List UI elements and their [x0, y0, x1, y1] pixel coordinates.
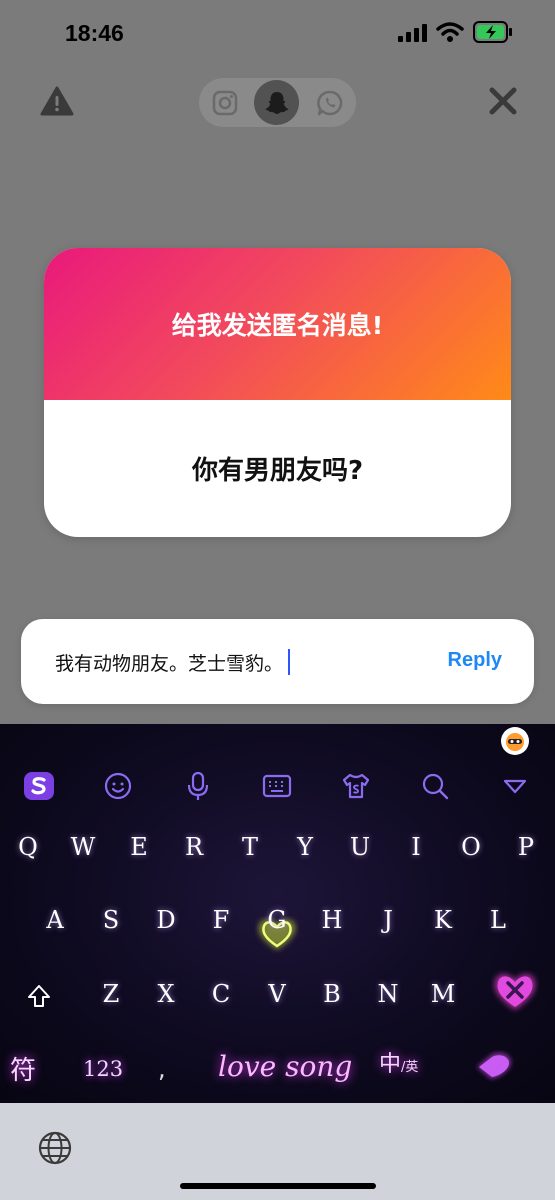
home-indicator[interactable] [180, 1183, 376, 1189]
lang-main-label: 中 [379, 1052, 402, 1077]
key-f[interactable]: F [201, 900, 241, 940]
question-card: 给我发送匿名消息! 你有男朋友吗? [44, 248, 511, 537]
key-a[interactable]: A [35, 900, 75, 940]
enter-key[interactable] [473, 1050, 519, 1088]
key-e[interactable]: E [119, 827, 159, 867]
heart-enter-icon [477, 1052, 511, 1079]
collapse-icon[interactable] [495, 766, 535, 806]
reply-text: 我有动物朋友。芝士雪豹。 [55, 653, 284, 675]
microphone-icon[interactable] [178, 766, 218, 806]
text-caret [288, 649, 291, 675]
key-r[interactable]: R [174, 827, 214, 867]
key-v[interactable]: V [257, 974, 297, 1014]
mascot-icon[interactable] [501, 727, 529, 755]
key-y[interactable]: Y [285, 827, 325, 867]
warning-icon[interactable] [40, 86, 74, 116]
key-t[interactable]: T [230, 827, 270, 867]
sogou-logo-icon[interactable] [19, 766, 59, 806]
card-header: 给我发送匿名消息! [44, 248, 511, 400]
space-key[interactable]: love song [218, 1050, 352, 1083]
reply-bar: 我有动物朋友。芝士雪豹。 Reply [21, 619, 534, 704]
key-p[interactable]: P [506, 827, 546, 867]
language-switch-key[interactable]: 中/英 [379, 1046, 418, 1078]
card-body: 你有男朋友吗? [44, 400, 511, 537]
key-w[interactable]: W [63, 827, 103, 867]
status-bar: 18:46 [0, 0, 555, 66]
keyboard-icon[interactable] [257, 766, 297, 806]
key-l[interactable]: L [478, 900, 518, 940]
delete-key[interactable] [490, 968, 540, 1018]
keyboard: Q W E R T Y U I O P A S D F G H J K L Z … [0, 724, 555, 1103]
system-bottom-bar [0, 1103, 555, 1200]
numbers-key[interactable]: 123 [83, 1057, 123, 1081]
platform-instagram[interactable] [202, 80, 247, 125]
key-g[interactable]: G [257, 900, 297, 940]
platform-whatsapp[interactable] [307, 80, 352, 125]
reply-input[interactable]: 我有动物朋友。芝士雪豹。 [55, 649, 291, 676]
key-h[interactable]: H [312, 900, 352, 940]
card-question: 你有男朋友吗? [191, 456, 364, 486]
comma-key[interactable]: , [158, 1055, 166, 1083]
whatsapp-icon [316, 90, 342, 115]
key-s[interactable]: S [91, 900, 131, 940]
key-c[interactable]: C [201, 974, 241, 1014]
globe-icon[interactable] [37, 1130, 73, 1166]
signal-icon [398, 24, 427, 42]
battery-charging-icon [473, 21, 512, 43]
card-title: 给我发送匿名消息! [171, 311, 384, 340]
close-icon[interactable] [488, 86, 518, 116]
reply-button[interactable]: Reply [448, 649, 502, 672]
platform-selector [199, 78, 356, 127]
key-m[interactable]: M [423, 974, 463, 1014]
key-x[interactable]: X [146, 974, 186, 1014]
shift-key[interactable] [19, 974, 59, 1014]
search-icon[interactable] [415, 766, 455, 806]
platform-snapchat[interactable] [254, 80, 299, 125]
heart-delete-icon [494, 974, 536, 1010]
skin-icon[interactable] [336, 766, 376, 806]
key-j[interactable]: J [368, 900, 408, 940]
key-u[interactable]: U [340, 827, 380, 867]
key-b[interactable]: B [312, 974, 352, 1014]
key-d[interactable]: D [146, 900, 186, 940]
shift-icon [28, 984, 50, 1007]
key-i[interactable]: I [396, 827, 436, 867]
instagram-icon [212, 90, 237, 115]
symbols-key[interactable]: 符 [10, 1050, 36, 1087]
lang-alt-label: /英 [401, 1060, 419, 1075]
status-time: 18:46 [65, 20, 124, 46]
key-o[interactable]: O [451, 827, 491, 867]
key-k[interactable]: K [423, 900, 463, 940]
key-n[interactable]: N [368, 974, 408, 1014]
key-q[interactable]: Q [8, 827, 48, 867]
snapchat-icon [265, 91, 288, 114]
emoji-icon[interactable] [98, 766, 138, 806]
wifi-icon [436, 22, 464, 42]
key-z[interactable]: Z [91, 974, 131, 1014]
